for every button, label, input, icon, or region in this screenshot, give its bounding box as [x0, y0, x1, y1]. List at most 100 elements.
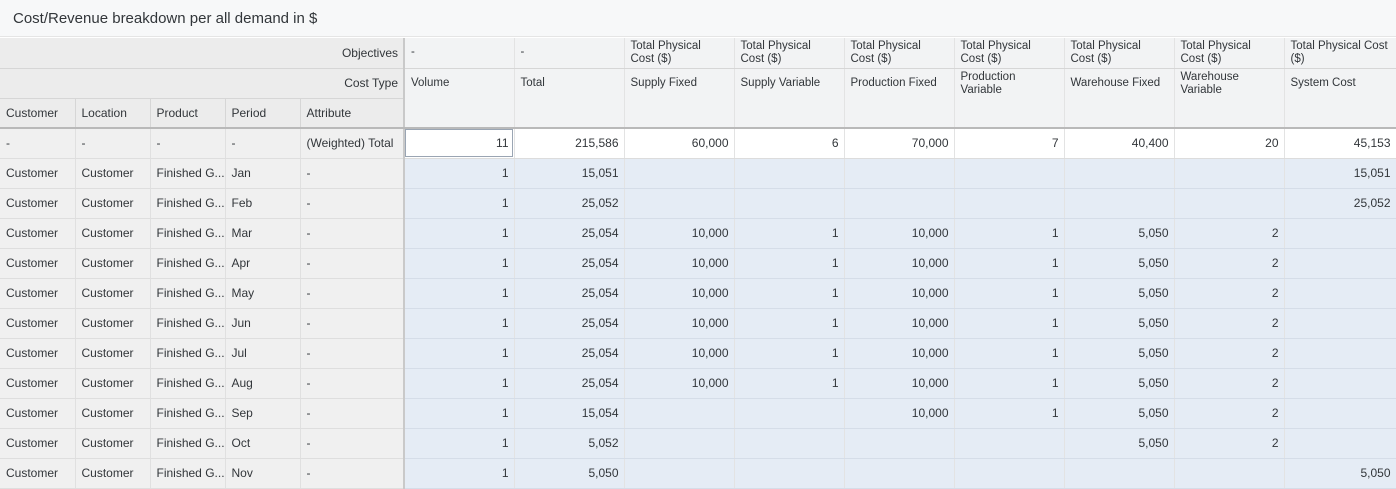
value-cell[interactable]: 5,050 [1064, 278, 1175, 309]
dim-header-attribute[interactable]: Attribute [300, 98, 405, 129]
dim-cell[interactable]: Customer [0, 458, 76, 489]
dim-cell[interactable]: - [300, 158, 405, 189]
value-cell[interactable] [734, 158, 845, 189]
dim-header-period[interactable]: Period [225, 98, 301, 129]
dim-cell[interactable]: - [300, 278, 405, 309]
dim-cell[interactable]: Customer [75, 188, 151, 219]
value-cell[interactable]: 1 [404, 458, 515, 489]
value-cell[interactable]: 25,054 [514, 248, 625, 279]
dim-cell[interactable]: Customer [0, 218, 76, 249]
dim-cell[interactable]: Finished G... [150, 398, 226, 429]
value-cell[interactable] [1284, 428, 1396, 459]
dim-cell[interactable]: Oct [225, 428, 301, 459]
value-cell[interactable]: 10,000 [844, 368, 955, 399]
value-cell[interactable]: 60,000 [624, 128, 735, 159]
value-cell[interactable] [844, 188, 955, 219]
value-cell[interactable] [624, 458, 735, 489]
objective-header-3[interactable]: Total Physical Cost ($) [624, 38, 735, 69]
dim-cell[interactable]: (Weighted) Total [300, 128, 405, 159]
dim-header-product[interactable]: Product [150, 98, 226, 129]
value-cell[interactable] [734, 188, 845, 219]
cost-type-header-9[interactable]: System Cost [1284, 68, 1396, 129]
value-cell[interactable] [844, 428, 955, 459]
value-cell[interactable] [954, 428, 1065, 459]
cost-type-header-8[interactable]: Warehouse Variable [1174, 68, 1285, 129]
value-cell[interactable]: 1 [404, 368, 515, 399]
value-cell[interactable] [624, 188, 735, 219]
value-cell[interactable] [1284, 338, 1396, 369]
dim-cell[interactable]: Customer [75, 338, 151, 369]
value-cell[interactable]: 1 [954, 368, 1065, 399]
cost-type-header-7[interactable]: Warehouse Fixed [1064, 68, 1175, 129]
dim-cell[interactable]: Jun [225, 308, 301, 339]
value-cell[interactable]: 1 [954, 308, 1065, 339]
value-cell[interactable] [1284, 248, 1396, 279]
value-cell[interactable] [1174, 158, 1285, 189]
value-cell[interactable] [624, 158, 735, 189]
value-cell[interactable]: 1 [404, 218, 515, 249]
dim-cell[interactable]: Apr [225, 248, 301, 279]
dim-cell[interactable]: Mar [225, 218, 301, 249]
value-cell[interactable]: 2 [1174, 428, 1285, 459]
dim-cell[interactable]: Finished G... [150, 338, 226, 369]
dim-cell[interactable]: - [300, 188, 405, 219]
value-cell[interactable]: 1 [954, 278, 1065, 309]
value-cell[interactable]: 25,054 [514, 368, 625, 399]
value-cell[interactable]: 1 [954, 398, 1065, 429]
value-cell[interactable]: 1 [404, 188, 515, 219]
value-cell[interactable]: 2 [1174, 398, 1285, 429]
dim-cell[interactable]: - [300, 428, 405, 459]
value-cell[interactable] [624, 428, 735, 459]
value-cell[interactable]: 2 [1174, 368, 1285, 399]
value-cell[interactable]: 1 [734, 368, 845, 399]
value-cell[interactable]: 25,054 [514, 278, 625, 309]
value-cell[interactable]: 2 [1174, 278, 1285, 309]
value-cell[interactable]: 10,000 [844, 218, 955, 249]
dim-cell[interactable]: Finished G... [150, 158, 226, 189]
dim-cell[interactable]: Nov [225, 458, 301, 489]
cost-type-header-2[interactable]: Total [514, 68, 625, 129]
dim-cell[interactable]: - [300, 218, 405, 249]
value-cell[interactable]: 10,000 [624, 248, 735, 279]
dim-cell[interactable]: Customer [75, 278, 151, 309]
dim-cell[interactable]: Finished G... [150, 188, 226, 219]
value-cell[interactable]: 25,052 [514, 188, 625, 219]
value-cell[interactable]: 1 [734, 278, 845, 309]
selected-value-cell[interactable]: 11 [404, 128, 515, 159]
value-cell[interactable]: 1 [954, 338, 1065, 369]
value-cell[interactable]: 25,054 [514, 308, 625, 339]
value-cell[interactable]: 1 [734, 248, 845, 279]
value-cell[interactable] [954, 188, 1065, 219]
dim-cell[interactable]: Finished G... [150, 368, 226, 399]
value-cell[interactable]: 1 [404, 278, 515, 309]
dim-cell[interactable]: Customer [75, 428, 151, 459]
value-cell[interactable]: 5,050 [1064, 398, 1175, 429]
value-cell[interactable]: 5,050 [1064, 248, 1175, 279]
value-cell[interactable]: 15,054 [514, 398, 625, 429]
value-cell[interactable] [1174, 188, 1285, 219]
value-cell[interactable]: 1 [404, 158, 515, 189]
dim-cell[interactable]: Finished G... [150, 308, 226, 339]
dim-cell[interactable]: - [0, 128, 76, 159]
dim-cell[interactable]: Customer [0, 428, 76, 459]
dim-cell[interactable]: Customer [0, 368, 76, 399]
value-cell[interactable]: 5,050 [1064, 338, 1175, 369]
dim-cell[interactable]: Finished G... [150, 458, 226, 489]
value-cell[interactable]: 1 [734, 308, 845, 339]
dim-cell[interactable]: May [225, 278, 301, 309]
value-cell[interactable]: 10,000 [624, 218, 735, 249]
dim-cell[interactable]: Customer [75, 308, 151, 339]
dim-cell[interactable]: - [225, 128, 301, 159]
dim-cell[interactable]: Finished G... [150, 218, 226, 249]
value-cell[interactable]: 40,400 [1064, 128, 1175, 159]
dim-cell[interactable]: - [300, 338, 405, 369]
value-cell[interactable]: 6 [734, 128, 845, 159]
value-cell[interactable]: 7 [954, 128, 1065, 159]
objective-header-7[interactable]: Total Physical Cost ($) [1064, 38, 1175, 69]
dim-cell[interactable]: Customer [75, 248, 151, 279]
cost-type-header-1[interactable]: Volume [404, 68, 515, 129]
dim-cell[interactable]: - [300, 368, 405, 399]
value-cell[interactable]: 15,051 [1284, 158, 1396, 189]
value-cell[interactable] [954, 458, 1065, 489]
value-cell[interactable]: 2 [1174, 248, 1285, 279]
